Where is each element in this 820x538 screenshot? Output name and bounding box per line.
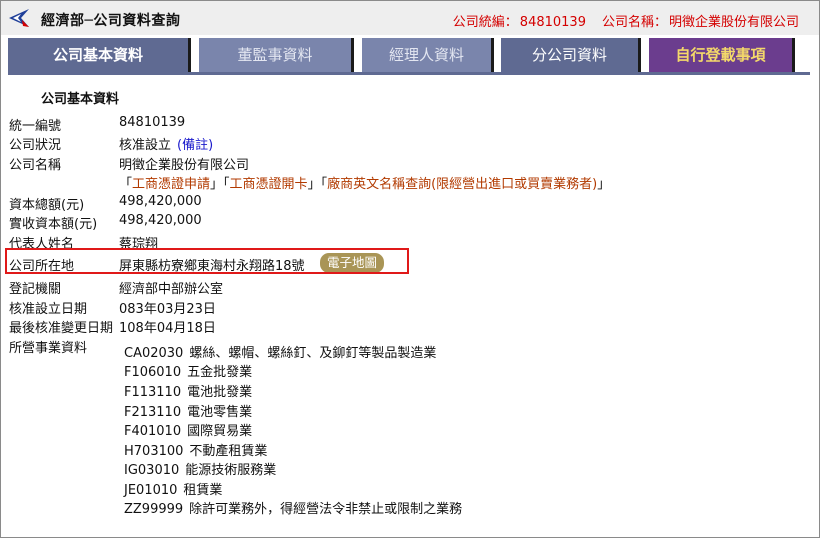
app-title: 經濟部─公司資料查詢 — [41, 13, 181, 29]
capital-total-value: 498,420,000 — [119, 194, 202, 209]
business-desc: 除許可業務外，得經營法令非禁止或限制之業務 — [189, 502, 463, 517]
header-ban-value: 84810139 — [519, 15, 586, 30]
tab-directors[interactable]: 董監事資料 — [199, 38, 354, 72]
business-item: H703100 不動產租賃業 — [124, 440, 267, 459]
company-name-value: 明徵企業股份有限公司 — [119, 158, 250, 173]
tab-branches[interactable]: 分公司資料 — [501, 38, 641, 72]
approval-date-label: 核准設立日期 — [9, 302, 88, 317]
business-label: 所營事業資料 — [9, 341, 88, 356]
business-item: F213110 電池零售業 — [124, 401, 252, 420]
business-code: F213110 — [124, 405, 182, 420]
capital-total-label: 資本總額(元) — [9, 198, 85, 213]
section-title: 公司基本資料 — [41, 92, 120, 107]
business-code: ZZ99999 — [124, 502, 184, 517]
header-name-value: 明徵企業股份有限公司 — [668, 15, 799, 30]
business-desc: 五金批發業 — [187, 365, 253, 380]
business-desc: 螺絲、螺帽、螺絲釘、及鉚釘等製品製造業 — [189, 346, 437, 361]
header-company-info: 公司統編： 84810139 公司名稱： 明徵企業股份有限公司 — [451, 11, 799, 30]
capital-paid-label: 實收資本額(元) — [9, 217, 98, 232]
business-item: ZZ99999 除許可業務外，得經營法令非禁止或限制之業務 — [124, 498, 462, 517]
ban-label: 統一編號 — [9, 119, 62, 134]
status-value: 核准設立 — [119, 138, 172, 153]
business-desc: 能源技術服務業 — [185, 463, 277, 478]
last-change-date-value: 108年04月18日 — [119, 321, 216, 336]
approval-date-value: 083年03月23日 — [119, 302, 216, 317]
business-code: F113110 — [124, 385, 182, 400]
tab-managers[interactable]: 經理人資料 — [362, 38, 494, 72]
capital-paid-value: 498,420,000 — [119, 213, 202, 228]
status-label: 公司狀況 — [9, 138, 62, 153]
business-item: F401010 國際貿易業 — [124, 420, 252, 439]
tab-self-registered[interactable]: 自行登載事項 — [649, 38, 795, 72]
header-ban-label: 公司統編： — [452, 15, 518, 30]
authority-value: 經濟部中部辦公室 — [119, 282, 224, 297]
certificate-links: 「工商憑證申請」「工商憑證開卡」「廠商英文名稱查詢(限經營出進口或買賣業務者)」 — [119, 177, 611, 192]
english-name-query-link[interactable]: 廠商英文名稱查詢(限經營出進口或買賣業務者) — [327, 177, 597, 192]
business-code: H703100 — [124, 444, 184, 459]
business-code: IG03010 — [124, 463, 180, 478]
business-desc: 電池批發業 — [187, 385, 253, 400]
business-desc: 不動產租賃業 — [189, 444, 268, 459]
status-value-row: 核准設立 (備註) — [119, 134, 213, 153]
tab-basic-info[interactable]: 公司基本資料 — [8, 38, 191, 72]
business-desc: 國際貿易業 — [187, 424, 253, 439]
header-bar: 經濟部─公司資料查詢 公司統編： 84810139 公司名稱： 明徵企業股份有限公司 — [1, 1, 819, 35]
business-code: CA02030 — [124, 346, 184, 361]
cert-apply-link[interactable]: 工商憑證申請 — [132, 177, 210, 192]
business-item: IG03010 能源技術服務業 — [124, 459, 276, 478]
business-desc: 租賃業 — [183, 483, 223, 498]
business-code: JE01010 — [124, 483, 178, 498]
moea-logo-icon — [9, 9, 29, 27]
company-name-label: 公司名稱 — [9, 158, 62, 173]
address-highlight-box — [5, 248, 409, 274]
business-code: F401010 — [124, 424, 182, 439]
header-name-label: 公司名稱： — [601, 15, 667, 30]
last-change-date-label: 最後核准變更日期 — [9, 321, 114, 336]
authority-label: 登記機關 — [9, 282, 62, 297]
business-code: F106010 — [124, 365, 182, 380]
ban-value: 84810139 — [119, 115, 186, 130]
cert-activate-link[interactable]: 工商憑證開卡 — [230, 177, 308, 192]
business-item: F113110 電池批發業 — [124, 381, 252, 400]
business-desc: 電池零售業 — [187, 405, 253, 420]
business-item: F106010 五金批發業 — [124, 361, 252, 380]
status-note-link[interactable]: (備註) — [177, 138, 213, 153]
business-item: CA02030 螺絲、螺帽、螺絲釘、及鉚釘等製品製造業 — [124, 342, 436, 361]
business-item: JE01010 租賃業 — [124, 479, 222, 498]
tab-bar: 公司基本資料 董監事資料 經理人資料 分公司資料 自行登載事項 — [8, 38, 810, 75]
